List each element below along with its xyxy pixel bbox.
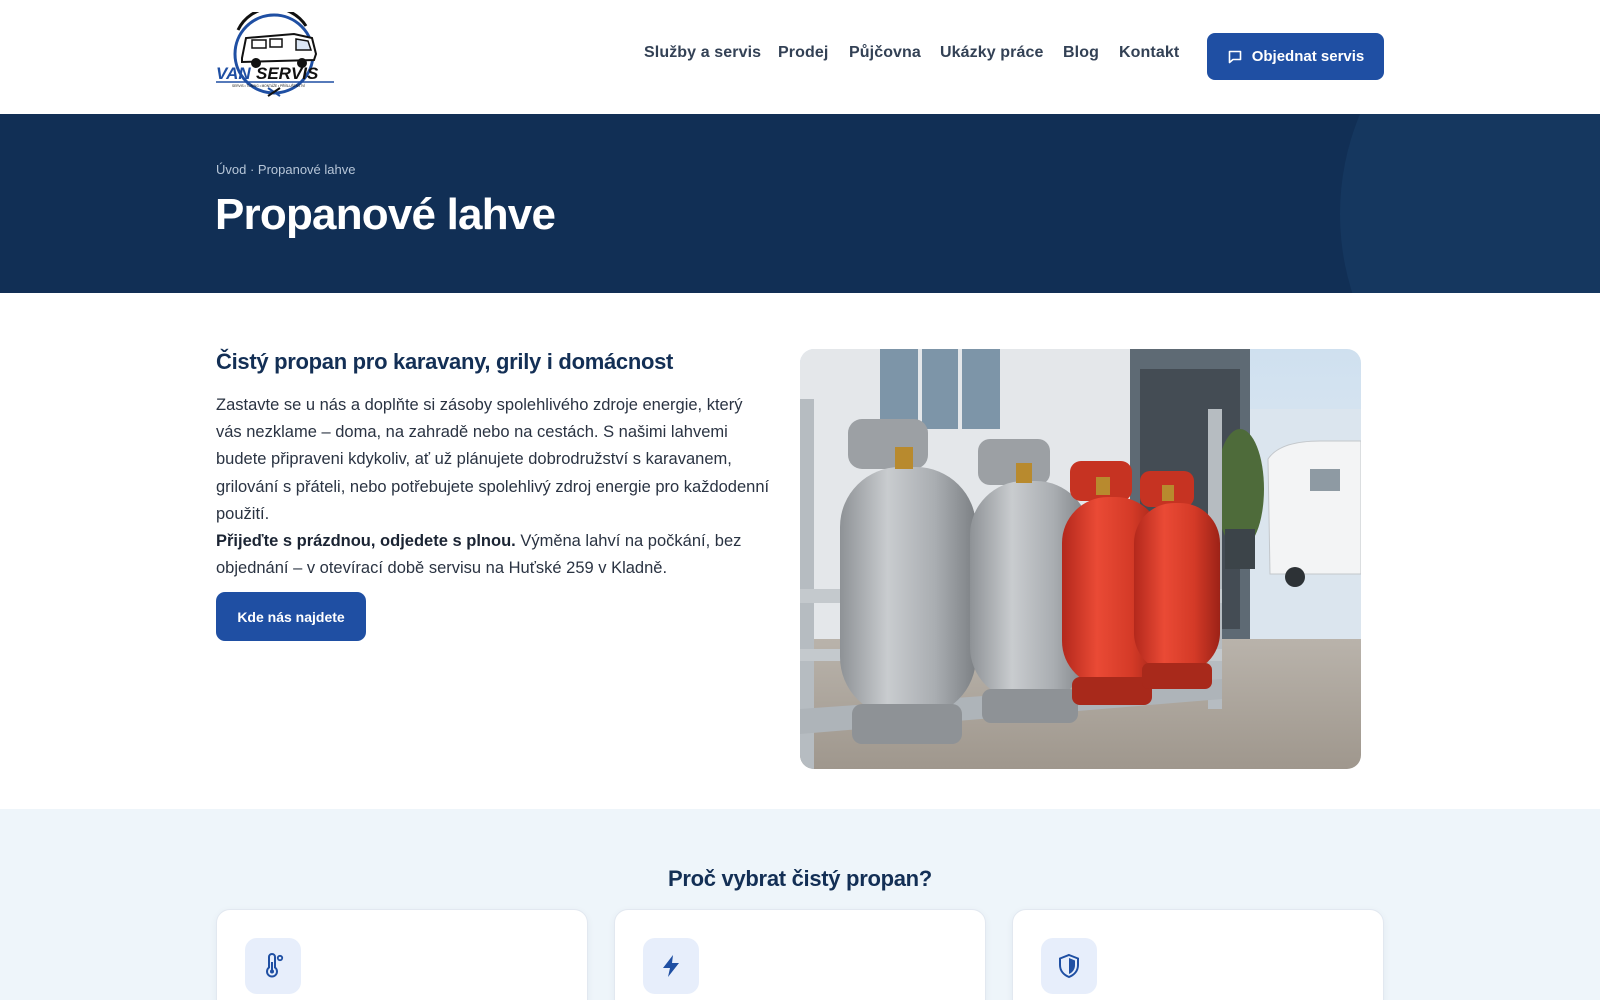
order-service-button[interactable]: Objednat servis [1207,33,1384,80]
breadcrumb[interactable]: Úvod · Propanové lahve [216,162,355,177]
intro-paragraph: Zastavte se u nás a doplňte si zásoby sp… [216,396,770,523]
nav-item-contact[interactable]: Kontakt [1119,44,1179,62]
feature-card [614,909,986,1000]
intro-highlight-bold: Přijeďte s prázdnou, odjedete s plnou. [216,532,516,551]
intro-text: Zastavte se u nás a doplňte si zásoby sp… [216,392,771,582]
intro-highlight: Přijeďte s prázdnou, odjedete s plnou. V… [216,528,771,582]
feature-icon-box [1041,938,1097,994]
propane-cylinders-photo [800,349,1361,769]
vanservis-logo[interactable]: VAN SERVIS SERVIS • TUNING • MONTÁŽE • P… [216,12,336,98]
logo-text-van: VAN [216,64,251,83]
propane-cylinders-illustration [800,349,1361,769]
order-service-label: Objednat servis [1251,48,1365,65]
feature-card [1012,909,1384,1000]
hero-decoration [1340,114,1600,293]
page-hero: Úvod · Propanové lahve Propanové lahve [0,114,1600,293]
find-us-button[interactable]: Kde nás najdete [216,592,366,641]
logo-tagline: SERVIS • TUNING • MONTÁŽE • PŘÍSLUŠENSTV… [232,83,305,88]
nav-item-sales[interactable]: Prodej [778,44,828,62]
logo-text-servis: SERVIS [256,64,319,83]
nav-item-portfolio[interactable]: Ukázky práce [940,44,1044,62]
features-section: Proč vybrat čistý propan? [0,809,1600,1000]
features-heading: Proč vybrat čistý propan? [668,866,932,891]
page-title: Propanové lahve [215,190,556,239]
feature-icon-box [245,938,301,994]
lightning-icon [663,955,679,977]
intro-heading: Čistý propan pro karavany, grily i domác… [216,349,674,374]
nav-item-services[interactable]: Služby a servis [644,44,761,62]
feature-icon-box [643,938,699,994]
shield-icon [1059,953,1079,979]
thermometer-icon [266,953,284,978]
feature-card [216,909,588,1000]
nav-item-blog[interactable]: Blog [1063,44,1099,62]
site-header: VAN SERVIS SERVIS • TUNING • MONTÁŽE • P… [0,0,1600,114]
chat-bubble-icon [1228,50,1242,63]
nav-item-rental[interactable]: Půjčovna [849,44,921,62]
